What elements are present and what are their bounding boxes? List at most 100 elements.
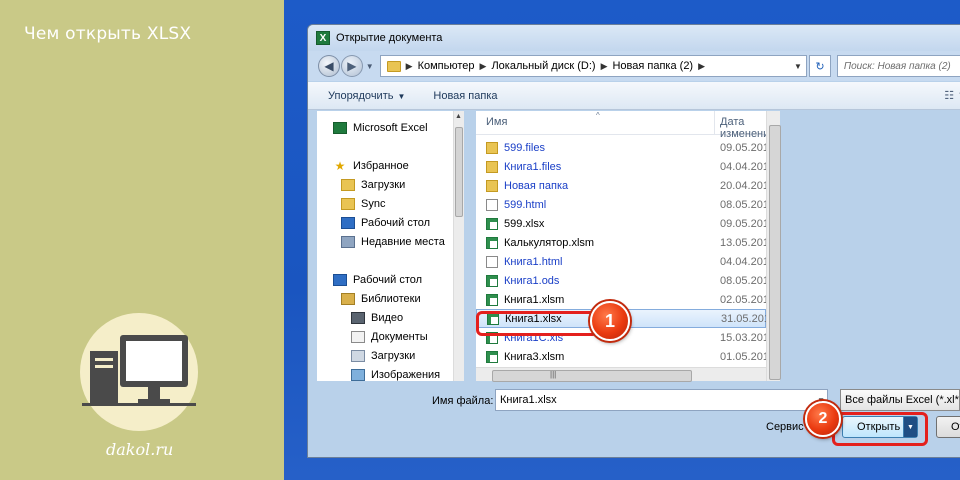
chevron-right-icon[interactable]: ▶ — [480, 61, 487, 72]
file-name: Книга3.xlsm — [504, 350, 565, 363]
chevron-down-icon: ▼ — [397, 91, 406, 101]
history-dropdown-icon[interactable]: ▼ — [366, 62, 374, 71]
file-row[interactable]: Книга1.ods 08.05.2015 — [476, 271, 766, 290]
file-row[interactable]: 599.files 09.05.2015 — [476, 138, 766, 157]
navigation-pane: Microsoft Excel ★ Избранное Загрузки Sync… — [317, 111, 457, 381]
file-date: 09.05.2015 — [720, 141, 766, 154]
excel-file-icon — [486, 350, 498, 363]
file-date: 01.05.2015 — [720, 350, 766, 363]
breadcrumb-folder[interactable]: Новая папка (2) — [612, 60, 693, 72]
back-button[interactable]: ◀ — [318, 55, 340, 77]
scroll-up-icon[interactable]: ▲ — [455, 113, 462, 120]
star-icon: ★ — [334, 159, 346, 173]
tools-menu[interactable]: Сервис — [766, 421, 804, 433]
nav-item-recent[interactable]: Недавние места — [341, 233, 445, 251]
nav-item-video[interactable]: Видео — [351, 309, 403, 327]
file-date: 15.03.2015 — [720, 331, 766, 344]
step-marker-1: 1 — [590, 301, 630, 341]
file-date: 09.05.2015 — [720, 217, 766, 230]
excel-file-icon — [486, 293, 498, 306]
file-name: Книга1.html — [504, 255, 563, 268]
search-input[interactable]: Поиск: Новая папка (2) — [836, 55, 960, 77]
title-bar[interactable]: X Открытие документа — [308, 25, 960, 51]
nav-item-downloads-lib[interactable]: Загрузки — [351, 347, 415, 365]
grip-icon: ||| — [550, 370, 557, 379]
sort-ascending-icon: ^ — [596, 111, 600, 120]
scroll-thumb[interactable] — [492, 370, 692, 382]
column-name[interactable]: Имя — [486, 116, 507, 128]
filename-label: Имя файла: — [432, 395, 494, 407]
nav-item-desktop-root[interactable]: Рабочий стол — [333, 271, 422, 289]
downloads-icon — [351, 350, 365, 362]
file-row[interactable]: 599.html 08.05.2015 — [476, 195, 766, 214]
file-horizontal-scrollbar[interactable]: ||| — [476, 367, 766, 382]
nav-item-excel[interactable]: Microsoft Excel — [333, 119, 428, 137]
excel-file-icon — [486, 236, 498, 249]
excel-icon: X — [316, 31, 330, 45]
address-row: ◀ ▶ ▼ ▶ Компьютер ▶ Локальный диск (D:) … — [308, 51, 960, 81]
nav-item-favorites[interactable]: ★ Избранное — [333, 157, 409, 175]
scroll-thumb[interactable] — [769, 125, 781, 380]
file-date: 13.05.2015 — [720, 236, 766, 249]
folder-icon — [386, 60, 401, 72]
organize-label: Упорядочить — [328, 89, 394, 102]
file-row[interactable]: 599.xlsx 09.05.2015 — [476, 214, 766, 233]
file-vertical-scrollbar[interactable] — [766, 111, 781, 381]
nav-item-libraries[interactable]: Библиотеки — [341, 290, 421, 308]
brand-panel: Чем открыть XLSX dakol.ru — [0, 0, 284, 480]
file-date: 31.05.2015 — [721, 312, 766, 325]
file-date: 20.04.2016 — [720, 179, 766, 192]
chevron-right-icon[interactable]: ▶ — [698, 61, 705, 72]
nav-label: Рабочий стол — [353, 274, 423, 286]
folder-icon — [341, 179, 355, 191]
html-file-icon — [486, 255, 498, 268]
computer-icon — [82, 335, 196, 406]
nav-item-desktop[interactable]: Рабочий стол — [341, 214, 430, 232]
file-date: 04.04.2016 — [720, 160, 766, 173]
file-name: 599.files — [504, 141, 545, 154]
nav-item-documents[interactable]: Документы — [351, 328, 428, 346]
folder-icon — [486, 141, 498, 154]
view-options-icon[interactable]: ☷ ▼ — [944, 89, 960, 102]
file-name: Книга1.ods — [504, 274, 560, 287]
file-type-filter[interactable]: Все файлы Excel (*.xl*;*.xlsx;*.xlsm;*.x… — [840, 389, 960, 411]
nav-label: Microsoft Excel — [353, 122, 428, 134]
nav-item-sync[interactable]: Sync — [341, 195, 385, 213]
refresh-icon[interactable]: ↻ — [809, 55, 831, 77]
html-file-icon — [486, 198, 498, 211]
computer-logo — [80, 313, 198, 431]
address-bar[interactable]: ▶ Компьютер ▶ Локальный диск (D:) ▶ Нова… — [379, 55, 807, 77]
nav-label: Документы — [371, 331, 428, 343]
file-name: 599.xlsx — [504, 217, 545, 230]
column-date[interactable]: Дата изменения — [720, 116, 766, 140]
forward-button[interactable]: ▶ — [340, 55, 363, 77]
nav-label: Недавние места — [361, 236, 445, 248]
file-row[interactable]: Книга3.xlsm 01.05.2015 — [476, 347, 766, 366]
nav-scrollbar[interactable]: ▲ — [453, 111, 464, 381]
address-dropdown-icon[interactable]: ▼ — [790, 62, 806, 71]
file-row[interactable]: Книга1.html 04.04.2016 — [476, 252, 766, 271]
file-name: 599.html — [504, 198, 547, 211]
chevron-right-icon[interactable]: ▶ — [406, 61, 413, 72]
documents-icon — [351, 331, 365, 343]
file-row[interactable]: Калькулятор.xlsm 13.05.2015 — [476, 233, 766, 252]
brand-url: dakol.ru — [106, 440, 174, 459]
breadcrumb-computer[interactable]: Компьютер — [418, 60, 475, 72]
nav-label: Видео — [371, 312, 404, 324]
new-folder-button[interactable]: Новая папка — [433, 90, 497, 102]
desktop-icon — [341, 217, 355, 229]
chevron-right-icon[interactable]: ▶ — [601, 61, 608, 72]
nav-label: Избранное — [353, 160, 409, 172]
cancel-button[interactable]: Отмена — [936, 416, 960, 438]
file-list: ^ Имя Дата изменения 599.files 09.05.2015… — [476, 111, 766, 381]
desktop-icon — [333, 274, 347, 286]
nav-item-images[interactable]: Изображения — [351, 366, 440, 381]
organize-button[interactable]: Упорядочить ▼ — [328, 90, 405, 102]
breadcrumb-drive[interactable]: Локальный диск (D:) — [491, 60, 595, 72]
file-row[interactable]: Новая папка 20.04.2016 — [476, 176, 766, 195]
nav-item-downloads[interactable]: Загрузки — [341, 176, 405, 194]
file-row[interactable]: Книга1.files 04.04.2016 — [476, 157, 766, 176]
filename-input[interactable]: Книга1.xlsx ▼ — [495, 389, 828, 411]
column-divider[interactable] — [714, 111, 715, 135]
scroll-thumb[interactable] — [455, 127, 463, 217]
